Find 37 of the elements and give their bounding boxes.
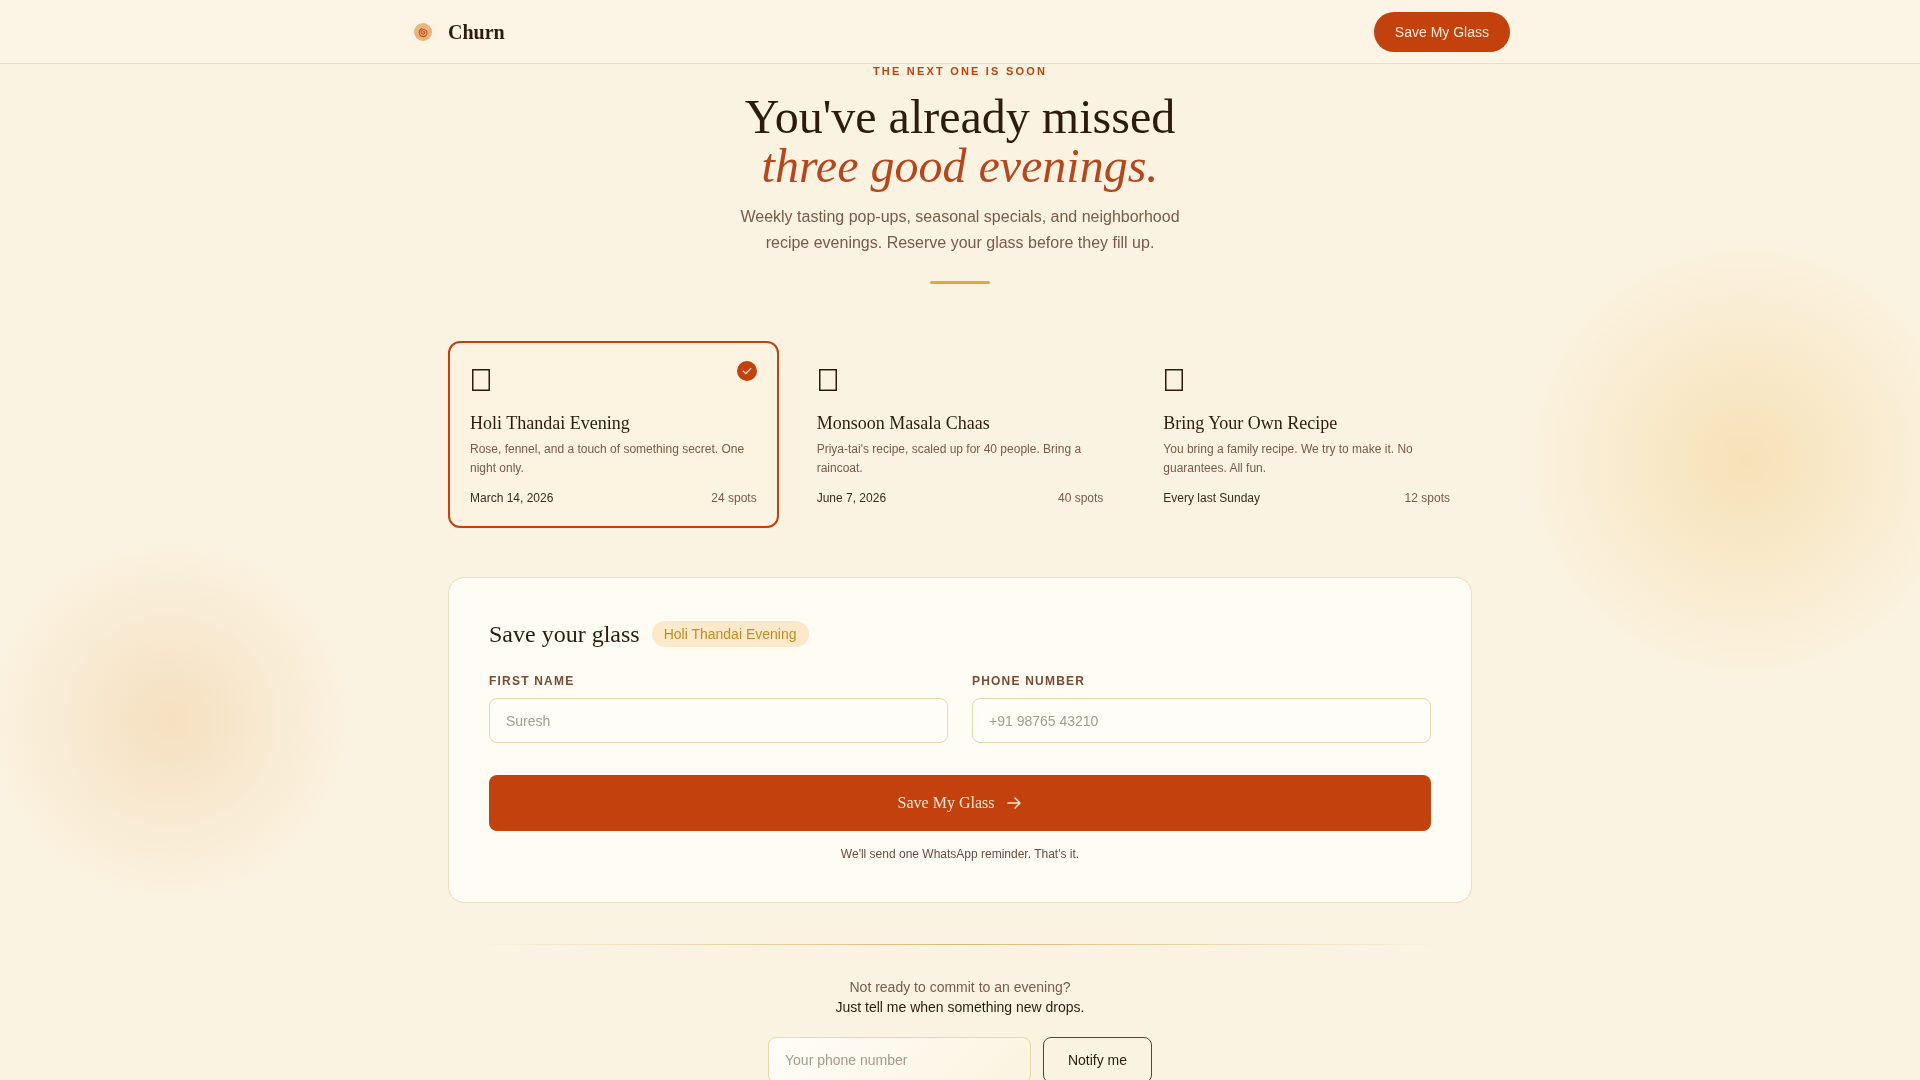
event-date: June 7, 2026: [816, 490, 887, 506]
notify-question: Not ready to commit to an evening?: [849, 978, 1071, 997]
field-label: PHONE NUMBER: [972, 673, 1087, 689]
check-icon: [736, 361, 757, 381]
blank-box-icon: [818, 369, 837, 391]
blank-box-icon: [1165, 369, 1184, 391]
text-field[interactable]: +91 98765 43210: [972, 698, 1431, 743]
event-date: March 14, 2026: [470, 490, 554, 506]
blank-box-icon: [472, 369, 490, 391]
hero-description: Weekly tasting pop-ups, seasonal specials, and neighborhood recipe evenings. Reserve your glass before they fill up.: [739, 207, 1181, 253]
event-card[interactable]: Holi Thandai Evening Rose, fennel, and a touch of something secret. One night only. March 14, 2026 24 spots: [448, 341, 779, 528]
event-title: Holi Thandai Evening: [470, 412, 631, 435]
spots-count: 12 spots: [1404, 490, 1450, 506]
arrow-right-icon: [1006, 795, 1023, 811]
event-title: Monsoon Masala Chaas: [816, 412, 991, 435]
field-label: FIRST NAME: [489, 673, 576, 689]
eyebrow-text: THE NEXT ONE IS SOON: [871, 64, 1049, 79]
event-description: You bring a family recipe. We try to make it. No guarantees. All fun.: [1163, 441, 1414, 477]
event-description: Rose, fennel, and a touch of something secret. One night only.: [470, 441, 746, 477]
hero-heading: You've already missed three good evenings.: [744, 92, 1176, 190]
form-title: Save your glass: [489, 620, 640, 649]
event-title: Bring Your Own Recipe: [1163, 412, 1339, 435]
save-my-glass-button[interactable]: Save My Glass: [489, 775, 1431, 831]
save-my-glass-button[interactable]: Save My Glass: [1373, 11, 1510, 52]
reminder-note: We'll send one WhatsApp reminder. That's it.: [839, 846, 1081, 862]
event-date: Every last Sunday: [1163, 490, 1261, 506]
event-description: Priya-tai's recipe, scaled up for 40 people. Bring a raincoat.: [816, 441, 1083, 477]
brand-name: Churn: [448, 19, 505, 45]
notify-prompt: Just tell me when something new drops.: [835, 998, 1085, 1017]
phone-number-field[interactable]: Your phone number: [768, 1037, 1031, 1080]
event-card[interactable]: Bring Your Own Recipe You bring a family recipe. We try to make it. No guarantees. All fun. Every last Sunday 12 spots: [1141, 341, 1472, 528]
swirl-icon: [414, 22, 432, 41]
spots-count: 40 spots: [1057, 490, 1104, 506]
event-card[interactable]: Monsoon Masala Chaas Priya-tai's recipe, scaled up for 40 people. Bring a raincoat. June 7, 2026 40 spots: [794, 341, 1126, 528]
text-field[interactable]: Suresh: [489, 698, 948, 743]
event-tag: Holi Thandai Evening: [651, 621, 809, 647]
spots-count: 24 spots: [711, 490, 757, 506]
